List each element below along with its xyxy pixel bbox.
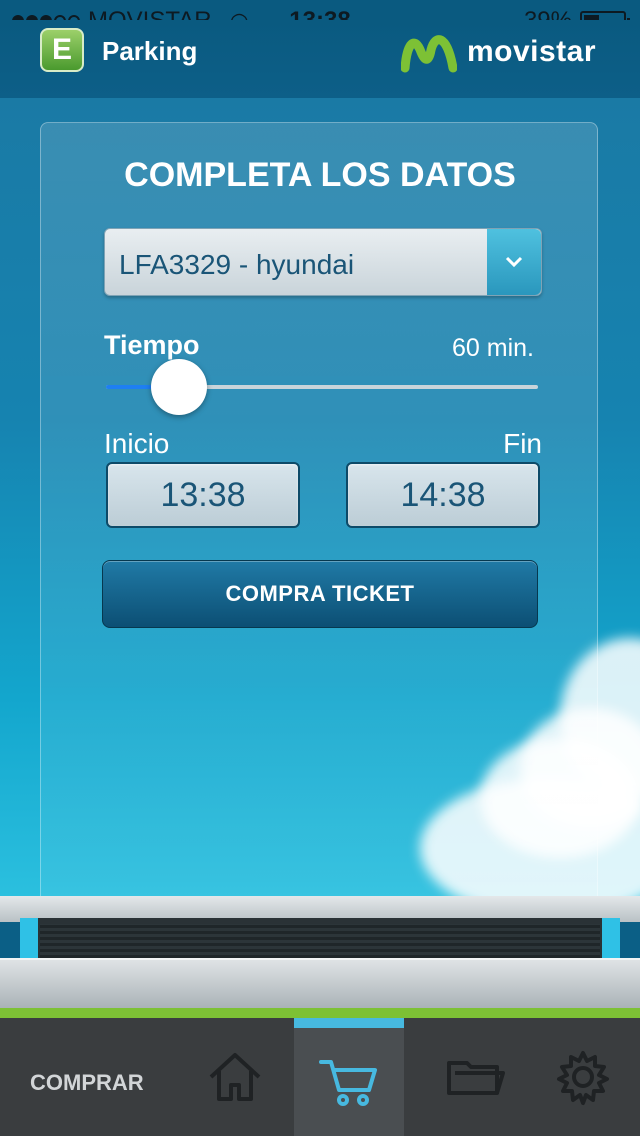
platform-bottom (0, 958, 640, 1008)
inicio-time-field[interactable]: 13:38 (106, 462, 300, 528)
home-icon (209, 1053, 261, 1101)
tab-settings[interactable] (528, 1018, 638, 1136)
vehicle-select-value: LFA3329 - hyundai (119, 249, 355, 280)
accent-line (0, 1008, 640, 1018)
tab-folder[interactable] (420, 1018, 530, 1136)
fin-time-field[interactable]: 14:38 (346, 462, 540, 528)
brand-name: movistar (466, 35, 596, 68)
platform-pit-inner (40, 924, 600, 958)
tiempo-slider[interactable] (106, 359, 538, 415)
chevron-down-icon[interactable] (487, 229, 541, 295)
form-title: COMPLETA LOS DATOS (124, 156, 516, 194)
tab-bar-current-label: COMPRAR (30, 1070, 144, 1095)
gear-icon (557, 1051, 609, 1105)
tiempo-label: Tiempo (104, 330, 200, 360)
app-logo: E (40, 28, 84, 72)
fin-label: Fin (503, 428, 542, 459)
tiempo-value: 60 min. (452, 334, 534, 362)
tab-home[interactable] (180, 1018, 290, 1136)
movistar-m-icon (400, 35, 457, 73)
folder-icon (447, 1061, 505, 1095)
inicio-label: Inicio (104, 428, 170, 459)
app-header: E Parking movistar (0, 20, 640, 98)
cart-icon (319, 1060, 377, 1106)
buy-ticket-button[interactable]: COMPRA TICKET (102, 560, 538, 628)
app-title: Parking (102, 36, 198, 66)
tab-cart[interactable] (294, 1018, 404, 1136)
vehicle-select[interactable]: LFA3329 - hyundai (104, 228, 542, 296)
brand-logo: movistar (400, 30, 596, 74)
